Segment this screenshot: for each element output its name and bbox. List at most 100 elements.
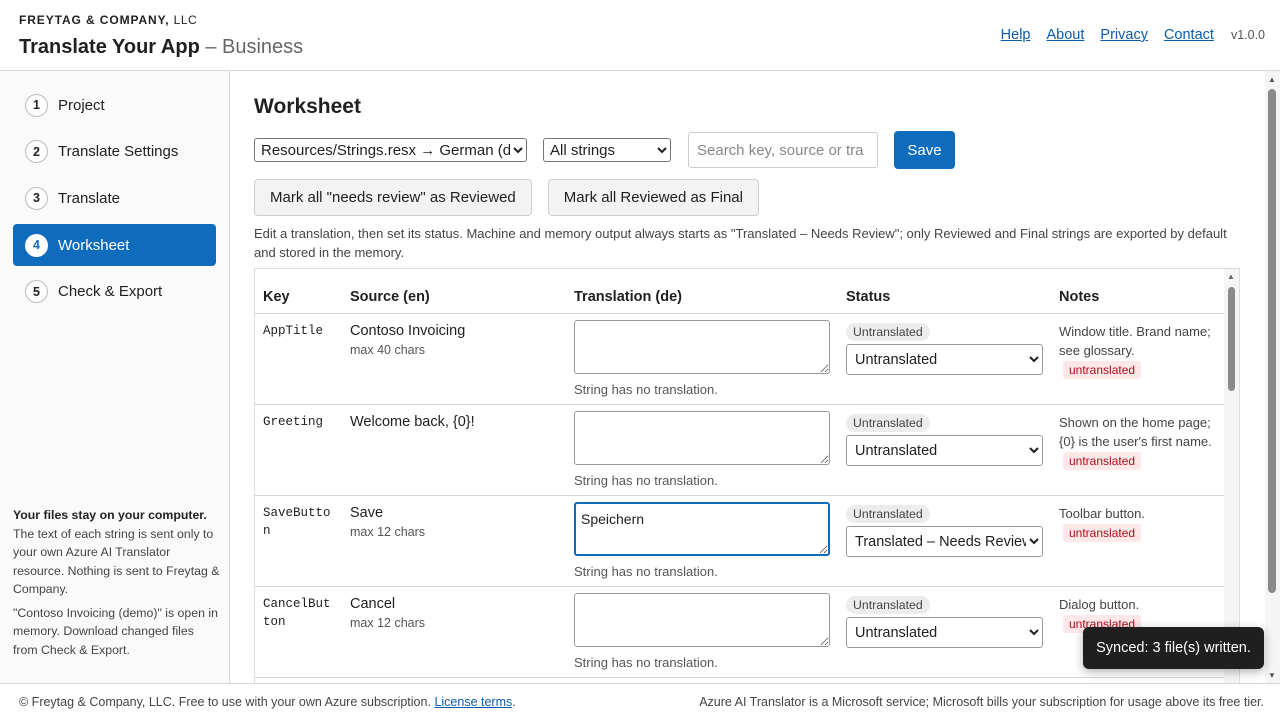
translation-input[interactable]: Speichern [574,502,830,556]
privacy-note-title: Your files stay on your computer. [13,508,207,522]
table-scrollbar[interactable]: ▲ [1224,269,1239,683]
step-number: 1 [25,93,48,117]
sidebar-item-label: Worksheet [58,236,130,254]
translation-cell: String has no translation. [566,586,838,678]
header-nav: Help About Privacy Contact v1.0.0 [985,27,1265,43]
translation-cell: String has no translation. [566,404,838,496]
status-select[interactable]: Untranslated [846,435,1043,466]
sidebar-item-project[interactable]: 1 Project [13,84,216,126]
table-row: AppTitle Contoso Invoicing max 40 chars S… [255,313,1226,405]
notes-text: Toolbar button. [1059,506,1146,521]
company-name: FREYTAG & COMPANY, LLC [19,13,198,27]
translation-input[interactable] [574,593,830,647]
bulk-actions: Mark all "needs review" as Reviewed Mark… [254,179,775,216]
status-cell: Untranslated Untranslated [838,313,1051,405]
column-header-source[interactable]: Source (en) [342,269,566,314]
status-badge: Untranslated [846,596,930,614]
sidebar-item-translate-settings[interactable]: 2 Translate Settings [13,131,216,173]
scroll-up-icon[interactable]: ▲ [1268,75,1276,84]
notes-text: Window title. Brand name; see glossary. [1059,324,1211,358]
table-row: Greeting Welcome back, {0}! String has n… [255,404,1226,496]
notes-text: Dialog button. [1059,597,1140,612]
notes-cell: Window title. Brand name; see glossary. … [1051,313,1226,405]
scroll-down-icon[interactable]: ▼ [1268,671,1276,680]
max-length: max 40 chars [350,343,426,357]
app-title: Translate Your App – Business [19,36,304,58]
sidebar-item-label: Translate [58,189,120,207]
footer-copyright: © Freytag & Company, LLC. Free to use wi… [19,695,516,709]
untranslated-flag: untranslated [1063,452,1142,470]
validation-message: String has no translation. [574,473,718,488]
translation-input[interactable] [574,320,830,374]
column-header-translation[interactable]: Translation (de) [566,269,838,314]
string-key: AppTitle [255,313,342,405]
sidebar-item-translate[interactable]: 3 Translate [13,177,216,219]
toolbar: Resources/Strings.resx → German (de) All… [254,131,955,169]
table-scrollbar-thumb[interactable] [1228,287,1235,391]
strings-table: Key Source (en) Translation (de) Status … [255,269,1226,678]
column-header-key[interactable]: Key [255,269,342,314]
table-header-row: Key Source (en) Translation (de) Status … [255,269,1226,314]
page-scrollbar-thumb[interactable] [1268,89,1276,593]
validation-message: String has no translation. [574,382,718,397]
privacy-note-body: The text of each string is sent only to … [13,526,220,597]
table-row: SaveButton Save max 12 chars Speichern Str… [255,495,1226,587]
status-cell: Untranslated Untranslated [838,404,1051,496]
translation-input[interactable] [574,411,830,465]
untranslated-flag: untranslated [1063,524,1142,542]
column-header-status[interactable]: Status [838,269,1051,314]
source-text: Save [350,505,384,521]
string-filter-select[interactable]: All strings [543,138,671,162]
help-link[interactable]: Help [1001,27,1031,43]
validation-message: String has no translation. [574,655,718,670]
license-link[interactable]: License terms [434,695,512,709]
sidebar-item-label: Translate Settings [58,143,179,161]
sidebar-item-label: Project [58,96,105,114]
mark-final-button[interactable]: Mark all Reviewed as Final [547,179,759,216]
notes-text: Shown on the home page; {0} is the user'… [1059,415,1212,449]
search-input[interactable] [688,132,878,168]
source-cell: Contoso Invoicing max 40 chars [342,313,566,405]
app-header: FREYTAG & COMPANY, LLC Translate Your Ap… [0,0,1280,71]
file-language-select[interactable]: Resources/Strings.resx → German (de) [254,138,527,162]
privacy-link[interactable]: Privacy [1100,27,1148,43]
step-number: 5 [25,280,48,304]
max-length: max 12 chars [350,525,426,539]
status-cell: Untranslated Translated – Needs Review [838,495,1051,587]
status-select[interactable]: Untranslated [846,344,1043,375]
save-button[interactable]: Save [894,131,955,169]
status-cell: Untranslated Untranslated [838,586,1051,678]
mark-reviewed-button[interactable]: Mark all "needs review" as Reviewed [254,179,532,216]
strings-table-container: Key Source (en) Translation (de) Status … [254,268,1240,683]
step-number: 3 [25,186,48,210]
string-key: SaveButton [255,495,342,587]
scroll-up-icon[interactable]: ▲ [1227,272,1235,281]
max-length: max 12 chars [350,616,426,630]
page-scrollbar[interactable]: ▲ ▼ [1265,71,1280,683]
string-key: Greeting [255,404,342,496]
status-select[interactable]: Untranslated [846,617,1043,648]
contact-link[interactable]: Contact [1164,27,1214,43]
status-select[interactable]: Translated – Needs Review [846,526,1043,557]
step-number: 4 [25,233,48,257]
sidebar-item-check-export[interactable]: 5 Check & Export [13,271,216,313]
table-row: CancelButton Cancel max 12 chars String h… [255,586,1226,678]
translation-cell: Speichern String has no translation. [566,495,838,587]
footer: © Freytag & Company, LLC. Free to use wi… [0,683,1280,720]
sidebar: 1 Project 2 Translate Settings 3 Transla… [0,71,230,683]
column-header-notes[interactable]: Notes [1051,269,1226,314]
sidebar-item-worksheet[interactable]: 4 Worksheet [13,224,216,267]
source-cell: Save max 12 chars [342,495,566,587]
untranslated-flag: untranslated [1063,361,1142,379]
notes-cell: Toolbar button. untranslated [1051,495,1226,587]
project-note: "Contoso Invoicing (demo)" is open in me… [13,605,218,657]
translation-cell: String has no translation. [566,313,838,405]
notes-cell: Shown on the home page; {0} is the user'… [1051,404,1226,496]
privacy-note: Your files stay on your computer. The te… [13,506,221,664]
source-cell: Welcome back, {0}! [342,404,566,496]
status-badge: Untranslated [846,414,930,432]
string-key: CancelButton [255,586,342,678]
about-link[interactable]: About [1047,27,1085,43]
source-text: Welcome back, {0}! [350,414,475,430]
status-badge: Untranslated [846,505,930,523]
